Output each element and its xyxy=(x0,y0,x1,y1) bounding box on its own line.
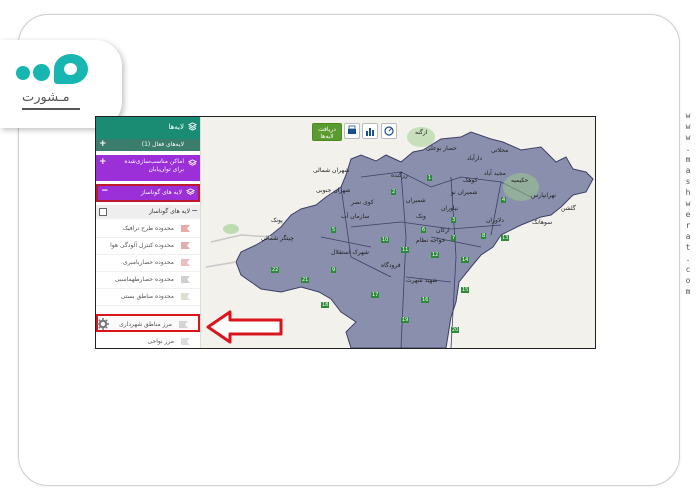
district-number-label: 2 xyxy=(391,189,397,195)
map-place-label: کوی نصر xyxy=(351,199,374,206)
district-number-label: 16 xyxy=(421,297,430,303)
district-number-label: 14 xyxy=(461,257,470,263)
layer-flag-icon xyxy=(181,259,190,266)
map-place-label: گلشن xyxy=(561,205,576,212)
map-place-label: ازگنه xyxy=(415,129,428,136)
district-number-label: 18 xyxy=(321,302,330,308)
map-place-label: محلاتی xyxy=(491,147,509,154)
district-number-label: 1 xyxy=(427,175,433,181)
map-place-label: نیاوران xyxy=(441,205,459,212)
layer-item[interactable]: محدوده طرح ترافیک xyxy=(96,221,200,238)
map-place-label: چیتگر شمالی xyxy=(261,235,295,242)
map-place-label: سازمان آب xyxy=(341,213,370,220)
layer-item[interactable]: محدوده کنترل آلودگی هوا xyxy=(96,238,200,255)
layer-item[interactable]: محدوده حصارطهماسبی xyxy=(96,272,200,289)
collapse-icon[interactable]: − xyxy=(101,186,109,196)
collapse-icon[interactable]: − xyxy=(191,206,198,215)
sub-layers-header[interactable]: لایه های گوناساز − xyxy=(96,205,200,219)
map-place-label: شمیران xyxy=(406,197,426,204)
measure-icon xyxy=(384,126,394,136)
map-place-label: شهران جنوبی xyxy=(316,187,351,194)
district-number-label: 22 xyxy=(271,267,280,273)
map-place-label: شهران شمالی xyxy=(313,167,350,174)
district-number-label: 15 xyxy=(461,287,470,293)
district-number-label: 13 xyxy=(501,235,510,241)
layers-icon xyxy=(188,159,197,166)
chart-icon xyxy=(366,128,374,136)
layer-checkbox[interactable] xyxy=(99,208,107,216)
layer-flag-icon xyxy=(181,338,190,345)
map-place-label: شهرک استقلال xyxy=(331,249,369,256)
map-place-label: مجید آباد xyxy=(484,170,506,177)
chart-button[interactable] xyxy=(362,123,378,139)
receive-layers-button[interactable]: دریافت لایه‌ها xyxy=(312,123,342,141)
district-number-label: 3 xyxy=(451,217,457,223)
map-place-label: حصار بوعلی xyxy=(426,145,457,152)
brand-logo[interactable]: مـشورت xyxy=(0,40,122,128)
expand-icon[interactable]: + xyxy=(99,157,107,167)
map-place-label: ونک xyxy=(416,213,426,220)
app-screenshot: دریافت لایه‌ها حصار بوعلی ازگنه دارآباد محل… xyxy=(95,116,596,349)
pointer-arrow-icon xyxy=(206,310,283,344)
map-place-label: دارآباد xyxy=(467,155,483,162)
layer-flag-icon xyxy=(179,321,188,328)
district-number-label: 20 xyxy=(451,327,460,333)
map-place-label: ارکان xyxy=(436,227,450,234)
map-place-label: زرگنده xyxy=(391,172,408,179)
expand-icon[interactable]: + xyxy=(99,139,107,149)
layers-icon xyxy=(188,122,197,131)
layer-item[interactable]: محدوده حصاربامبری xyxy=(96,255,200,272)
map-place-label: دلاوران xyxy=(486,217,504,224)
map-place-label: تهرانپارس xyxy=(531,192,556,199)
municipal-layers-header[interactable]: لایه های گوناساز − xyxy=(96,184,200,202)
active-layers-row[interactable]: لایه‌های فعال (1) + xyxy=(96,139,200,151)
layer-flag-icon xyxy=(181,242,190,249)
map-place-label: شهید شهرت xyxy=(406,277,438,284)
layer-item[interactable]: محدوده مناطق بستی xyxy=(96,289,200,306)
layers-panel: لایه‌ها لایه‌های فعال (1) + اماکن مناسب‌… xyxy=(96,117,201,348)
map-place-label: حکیمیه xyxy=(511,177,529,184)
municipal-districts-layer[interactable]: مرز مناطق شهرداری xyxy=(96,314,200,332)
district-number-label: 12 xyxy=(431,252,440,258)
district-number-label: 11 xyxy=(401,247,410,253)
map-place-label: کوهک xyxy=(463,177,478,184)
district-number-label: 21 xyxy=(301,277,310,283)
district-number-label: 19 xyxy=(401,317,410,323)
district-number-label: 17 xyxy=(371,292,380,298)
district-number-label: 9 xyxy=(331,267,337,273)
layer-flag-icon xyxy=(181,276,190,283)
district-number-label: 4 xyxy=(501,197,507,203)
district-number-label: 7 xyxy=(451,235,457,241)
print-button[interactable] xyxy=(344,123,360,139)
layer-item[interactable]: مرز نواحی xyxy=(96,334,200,348)
accessible-places-header[interactable]: اماکن مناسب‌سازی‌شده برای توان‌یابان + xyxy=(96,155,200,181)
map-place-label: پونک xyxy=(271,217,283,224)
district-number-label: 10 xyxy=(381,237,390,243)
layer-flag-icon xyxy=(181,293,190,300)
layers-icon xyxy=(186,188,195,195)
map-place-label: سوهانک xyxy=(532,219,553,226)
logo-text: مـشورت xyxy=(22,90,70,105)
district-number-label: 5 xyxy=(331,227,337,233)
gear-icon[interactable] xyxy=(97,318,109,330)
printer-icon xyxy=(348,125,356,134)
map-place-label: فرودگاه xyxy=(381,262,401,269)
district-number-label: 6 xyxy=(421,227,427,233)
map-place-label: شمیران نو xyxy=(451,189,478,196)
layers-header[interactable]: لایه‌ها xyxy=(96,117,200,139)
district-number-label: 8 xyxy=(481,233,487,239)
map-place-label: خواجه نظام xyxy=(416,237,446,244)
measure-button[interactable] xyxy=(381,123,397,139)
layer-flag-icon xyxy=(181,225,190,232)
watermark-text: www.mashwerat.com xyxy=(685,111,691,296)
